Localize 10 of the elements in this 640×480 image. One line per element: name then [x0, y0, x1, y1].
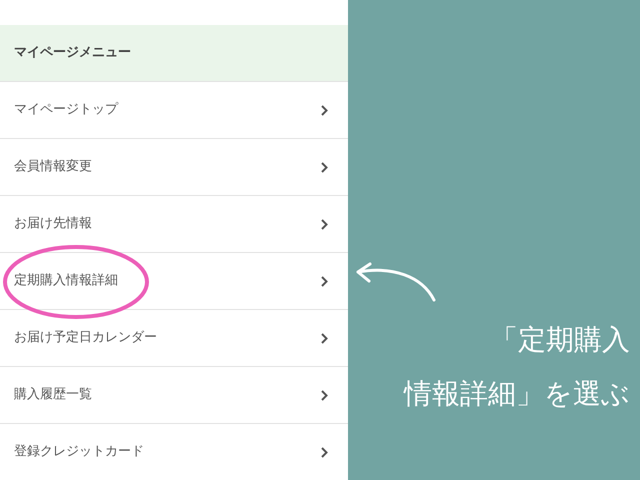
callout-text: 「定期購入	[490, 322, 630, 358]
chevron-icon	[321, 332, 328, 344]
chevron-icon	[321, 162, 328, 172]
chevron-icon	[321, 104, 328, 116]
chevron-icon	[321, 276, 328, 286]
chevron-icon	[321, 446, 328, 458]
menu-title: マイページメニュー	[14, 44, 131, 62]
chevron-icon	[321, 390, 328, 400]
callout-text: 情報詳細」を選ぶ	[404, 376, 630, 412]
chevron-icon	[321, 218, 328, 230]
